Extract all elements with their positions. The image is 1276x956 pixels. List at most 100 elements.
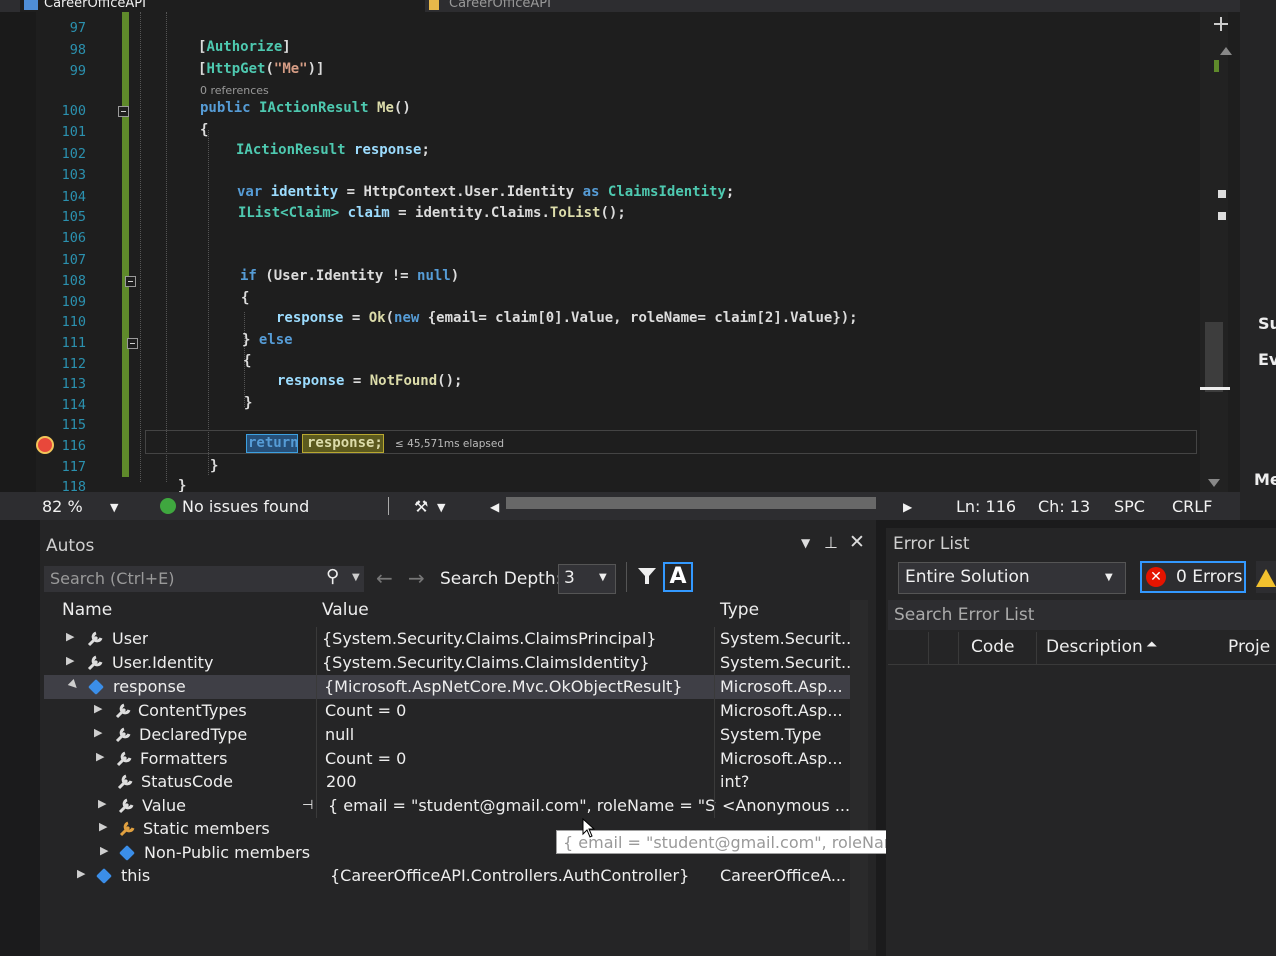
- column-header-description[interactable]: Description: [1046, 637, 1143, 657]
- column-header-type[interactable]: Type: [720, 600, 759, 620]
- autos-search-input[interactable]: Search (Ctrl+E): [44, 566, 364, 592]
- divider: [316, 747, 317, 771]
- divider: [316, 794, 317, 818]
- column-header-value[interactable]: Value: [322, 600, 369, 620]
- search-icon[interactable]: ⚲: [326, 566, 339, 587]
- scroll-marker: [1218, 190, 1226, 198]
- property-icon: [115, 703, 131, 719]
- table-row[interactable]: ▶ Formatters Count = 0 Microsoft.Asp...: [44, 747, 850, 771]
- row-value: {System.Security.Claims.ClaimsIdentity}: [322, 653, 650, 672]
- autos-vertical-scrollbar[interactable]: [850, 600, 868, 950]
- column-header-name[interactable]: Name: [62, 600, 112, 620]
- scroll-left-icon[interactable]: ◀: [490, 500, 499, 514]
- row-name: Value: [142, 796, 186, 815]
- table-row[interactable]: ▶ User.Identity {System.Security.Claims.…: [44, 651, 850, 675]
- code-line-110: response = Ok(new {email= claim[0].Value…: [276, 310, 858, 326]
- breakpoint-icon[interactable]: [36, 436, 54, 454]
- brush-icon[interactable]: ⚒: [414, 497, 428, 516]
- document-tab[interactable]: CareerOfficeAPI: [20, 0, 439, 12]
- autos-title: Autos: [46, 536, 95, 556]
- zoom-dropdown-icon[interactable]: ▼: [110, 501, 118, 514]
- column-indicator[interactable]: Ch: 13: [1038, 497, 1090, 516]
- code-line-118: }: [178, 478, 187, 492]
- scroll-down-icon[interactable]: [1208, 472, 1220, 491]
- expand-icon[interactable]: ▶: [99, 820, 107, 833]
- line-number: 104: [61, 189, 86, 205]
- search-depth-select[interactable]: 3 ▼: [558, 564, 616, 594]
- static-members-icon: [119, 821, 135, 837]
- expand-icon[interactable]: ▶: [100, 844, 108, 857]
- horizontal-scrollbar[interactable]: [506, 497, 876, 509]
- back-arrow-icon[interactable]: ←: [376, 566, 393, 590]
- editor-scroll-thumb[interactable]: [1205, 322, 1223, 392]
- indicator-margin[interactable]: [0, 12, 36, 492]
- error-search-placeholder: Search Error List: [894, 605, 1035, 625]
- filter-icon[interactable]: [637, 566, 657, 590]
- chevron-down-icon[interactable]: ▼: [437, 501, 445, 514]
- line-indicator[interactable]: Ln: 116: [956, 497, 1016, 516]
- tool-tab[interactable]: Me: [1254, 470, 1276, 489]
- close-icon[interactable]: ✕: [849, 531, 865, 553]
- line-number: 101: [61, 124, 86, 140]
- table-row[interactable]: ▼ response {Microsoft.AspNetCore.Mvc.OkO…: [44, 675, 850, 699]
- perftip-elapsed[interactable]: ≤ 45,571ms elapsed: [395, 438, 504, 450]
- expand-icon[interactable]: ▶: [66, 630, 74, 643]
- table-row[interactable]: StatusCode 200 int?: [44, 770, 850, 794]
- row-name: this: [121, 866, 151, 885]
- forward-arrow-icon[interactable]: →: [408, 566, 425, 590]
- table-row[interactable]: ▶ Value ⊣ { email = "student@gmail.com",…: [44, 794, 850, 818]
- error-scope-select[interactable]: Entire Solution ▼: [898, 562, 1126, 594]
- chevron-down-icon[interactable]: ▼: [352, 572, 360, 583]
- expand-icon[interactable]: ▶: [96, 750, 104, 763]
- warnings-filter-button[interactable]: [1256, 561, 1276, 593]
- pin-icon[interactable]: ⊥: [824, 533, 838, 552]
- code-editor[interactable]: 97 98 99 100 101 102 103 104 105 106 107…: [0, 12, 1240, 492]
- expand-icon[interactable]: ▶: [94, 726, 102, 739]
- editor-vertical-scrollbar[interactable]: [1200, 12, 1228, 492]
- divider: [714, 794, 715, 818]
- scroll-up-icon[interactable]: [1220, 40, 1232, 59]
- table-row[interactable]: ▶ DeclaredType null System.Type: [44, 723, 850, 747]
- line-number: 108: [61, 273, 86, 289]
- zoom-level[interactable]: 82 %: [42, 497, 83, 516]
- issues-status[interactable]: No issues found: [182, 497, 309, 516]
- table-row[interactable]: ▶ ContentTypes Count = 0 Microsoft.Asp..…: [44, 699, 850, 723]
- tool-tab[interactable]: Su: [1258, 314, 1276, 333]
- window-menu-icon[interactable]: ▼: [801, 536, 810, 550]
- expand-icon[interactable]: ▶: [98, 797, 106, 810]
- row-type: System.Securit...: [720, 629, 850, 648]
- tool-tab[interactable]: Ev: [1258, 350, 1276, 369]
- error-search-input[interactable]: Search Error List: [888, 600, 1276, 630]
- document-tab-2[interactable]: CareerOfficeAPI: [425, 0, 709, 12]
- scroll-right-icon[interactable]: ▶: [903, 500, 912, 514]
- collapse-toggle[interactable]: [118, 106, 129, 117]
- row-value: { email = "student@gmail.com", roleName …: [328, 796, 716, 815]
- line-ending-indicator[interactable]: CRLF: [1172, 497, 1212, 516]
- line-number: 100: [61, 103, 86, 119]
- line-number: 115: [61, 417, 86, 433]
- expand-icon[interactable]: ▶: [66, 654, 74, 667]
- collapse-icon[interactable]: ▼: [66, 677, 81, 692]
- split-window-icon[interactable]: [1214, 16, 1228, 31]
- format-toggle-icon[interactable]: A: [663, 562, 693, 592]
- collapse-toggle[interactable]: [125, 276, 136, 287]
- whitespace-indicator[interactable]: SPC: [1114, 497, 1145, 516]
- csharp-file-icon: [24, 0, 38, 10]
- pin-to-source-icon[interactable]: ⊣: [302, 798, 313, 813]
- divider: [714, 747, 715, 771]
- column-header-code[interactable]: Code: [971, 637, 1015, 657]
- expand-icon[interactable]: ▶: [77, 867, 85, 880]
- line-number: 113: [61, 376, 86, 392]
- row-value: {System.Security.Claims.ClaimsPrincipal}: [322, 629, 657, 648]
- row-name: User: [112, 629, 149, 648]
- line-number: 118: [61, 479, 86, 492]
- column-header-project[interactable]: Proje: [1228, 637, 1270, 657]
- codelens-references[interactable]: 0 references: [200, 84, 269, 97]
- scroll-marker: [1218, 212, 1226, 220]
- table-row[interactable]: ▶ User {System.Security.Claims.ClaimsPri…: [44, 627, 850, 651]
- row-type: System.Securit...: [720, 653, 850, 672]
- expand-icon[interactable]: ▶: [94, 702, 102, 715]
- collapse-toggle[interactable]: [127, 338, 138, 349]
- table-row[interactable]: ▶ this {CareerOfficeAPI.Controllers.Auth…: [44, 864, 850, 888]
- code-line-105: IList<Claim> claim = identity.Claims.ToL…: [238, 205, 626, 221]
